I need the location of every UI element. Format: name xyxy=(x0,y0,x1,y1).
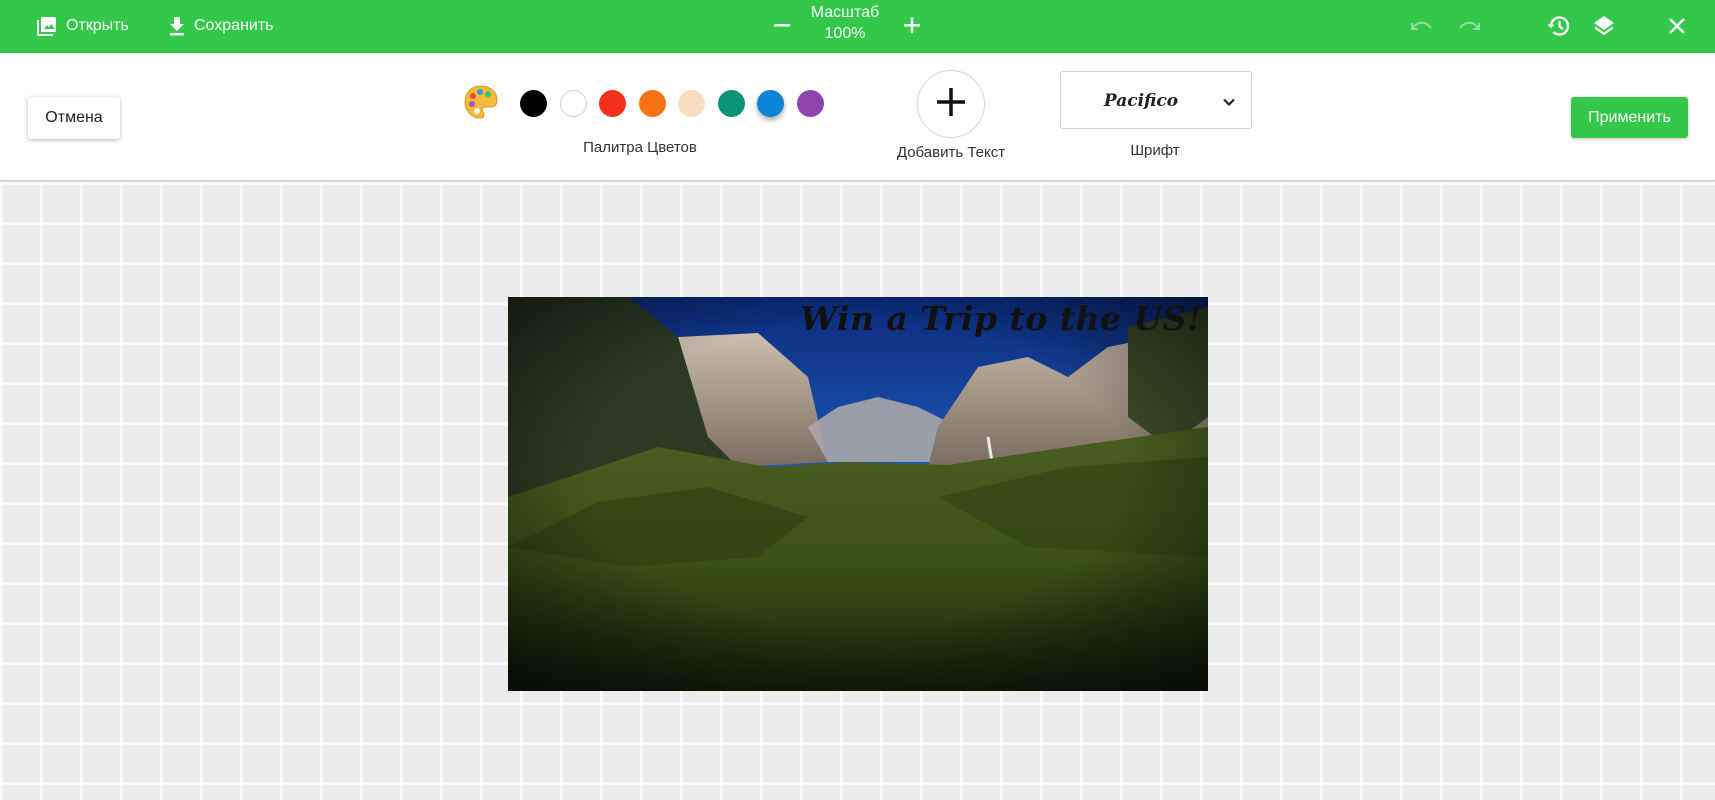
color-swatch[interactable] xyxy=(757,90,784,117)
download-icon xyxy=(168,15,186,37)
save-label: Сохранить xyxy=(194,17,274,34)
font-value: Pacifico xyxy=(1103,91,1179,111)
top-bar: Открыть Сохранить Масштаб 100% xyxy=(0,0,1715,53)
color-swatch[interactable] xyxy=(796,90,824,117)
color-swatch[interactable] xyxy=(559,90,587,117)
apply-button[interactable]: Применить xyxy=(1571,97,1688,138)
zoom-value: 100% xyxy=(824,25,866,42)
layers-icon[interactable] xyxy=(1590,12,1618,40)
plus-icon[interactable] xyxy=(900,12,924,38)
zoom-label: Масштаб xyxy=(810,4,880,21)
font-caption: Шрифт xyxy=(1130,142,1180,159)
plus-icon xyxy=(934,85,968,124)
palette-caption: Палитра Цветов xyxy=(583,139,697,156)
overlay-text[interactable]: Win a Trip to the US! xyxy=(800,299,1202,338)
history-icon[interactable] xyxy=(1545,12,1573,40)
color-swatch[interactable] xyxy=(599,90,626,117)
minus-icon[interactable] xyxy=(770,12,794,38)
image-icon xyxy=(36,15,58,37)
redo-icon[interactable] xyxy=(1455,12,1483,40)
color-swatch[interactable] xyxy=(717,90,745,117)
color-swatch[interactable] xyxy=(678,90,705,117)
open-button[interactable]: Открыть xyxy=(36,12,129,40)
undo-icon[interactable] xyxy=(1408,12,1436,40)
color-swatch[interactable] xyxy=(638,90,666,117)
edited-image[interactable]: Win a Trip to the US! xyxy=(508,297,1208,691)
chevron-down-icon xyxy=(1219,92,1239,112)
add-text-button[interactable] xyxy=(917,70,985,138)
font-select[interactable]: Pacifico xyxy=(1060,71,1252,129)
color-swatch[interactable] xyxy=(520,90,547,117)
palette-icon[interactable] xyxy=(462,83,500,121)
cancel-button[interactable]: Отмена xyxy=(28,97,120,139)
add-text-caption: Добавить Текст xyxy=(896,144,1006,161)
text-options-toolbar: Отмена Палитра Цветов Добавить Текст Pac… xyxy=(0,53,1715,181)
open-label: Открыть xyxy=(66,17,129,34)
close-icon[interactable] xyxy=(1663,12,1691,40)
zoom-control: Масштаб 100% xyxy=(760,0,930,53)
save-button[interactable]: Сохранить xyxy=(168,12,274,40)
